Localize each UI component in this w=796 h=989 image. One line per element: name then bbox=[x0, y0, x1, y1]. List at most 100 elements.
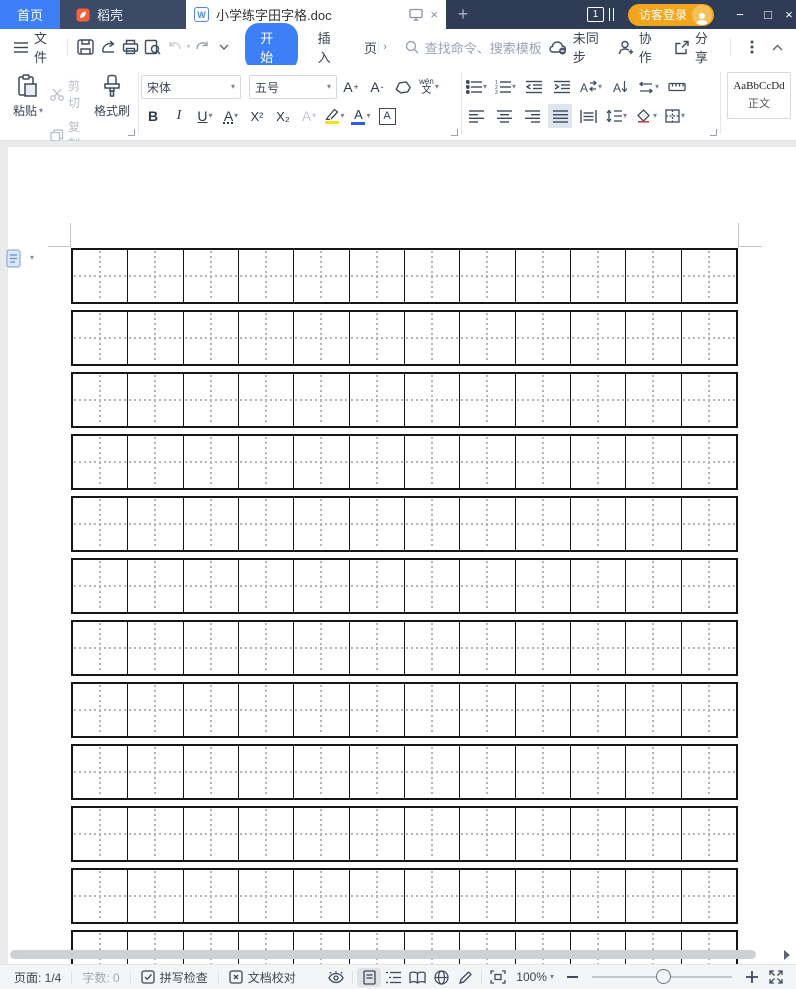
grid-cell[interactable] bbox=[238, 684, 293, 736]
grid-cell[interactable] bbox=[570, 932, 625, 964]
home-tab[interactable]: 首页 bbox=[0, 0, 60, 29]
style-card-body[interactable]: AaBbCcDd 正文 bbox=[727, 72, 791, 119]
zoom-level-button[interactable]: 100% ▾ bbox=[510, 970, 560, 984]
distribute-button[interactable] bbox=[576, 104, 600, 128]
grid-cell[interactable] bbox=[515, 250, 570, 302]
grid-cell[interactable] bbox=[570, 622, 625, 674]
grid-cell[interactable] bbox=[404, 684, 459, 736]
bullet-list-button[interactable]: ▾ bbox=[464, 75, 489, 99]
justify-button[interactable] bbox=[548, 104, 572, 128]
grid-cell[interactable] bbox=[625, 808, 680, 860]
grid-cell[interactable] bbox=[681, 622, 736, 674]
grid-cell[interactable] bbox=[349, 436, 404, 488]
grid-cell[interactable] bbox=[73, 560, 127, 612]
grid-cell[interactable] bbox=[515, 498, 570, 550]
accent-mark-button[interactable]: A▾ bbox=[219, 104, 243, 128]
paragraph-dialog-launcher-icon[interactable] bbox=[710, 129, 717, 136]
paste-button[interactable]: 粘贴▾ bbox=[8, 71, 48, 140]
proofread-button[interactable]: 文档校对 bbox=[223, 969, 302, 986]
grid-cell[interactable] bbox=[127, 746, 182, 798]
grid-cell[interactable] bbox=[349, 374, 404, 426]
align-left-button[interactable] bbox=[464, 104, 488, 128]
grid-cell[interactable] bbox=[183, 622, 238, 674]
underline-button[interactable]: U▾ bbox=[193, 104, 217, 128]
file-menu-button[interactable]: 文件 bbox=[8, 28, 60, 66]
grid-cell[interactable] bbox=[183, 250, 238, 302]
command-search[interactable]: 查找命令、搜索模板 bbox=[405, 38, 542, 57]
monitor-icon[interactable] bbox=[409, 8, 423, 21]
grid-cell[interactable] bbox=[238, 312, 293, 364]
grid-cell[interactable] bbox=[73, 374, 127, 426]
scroll-right-arrow-icon[interactable] bbox=[784, 950, 790, 960]
spell-check-button[interactable]: 拼写检查 bbox=[135, 969, 214, 986]
grid-cell[interactable] bbox=[404, 932, 459, 964]
text-direction-button[interactable]: ▾ bbox=[636, 75, 661, 99]
grid-cell[interactable] bbox=[459, 808, 514, 860]
grid-cell[interactable] bbox=[73, 870, 127, 922]
sync-status-button[interactable]: 未同步 bbox=[542, 28, 607, 66]
grid-cell[interactable] bbox=[238, 498, 293, 550]
grid-cell[interactable] bbox=[183, 932, 238, 964]
zoom-in-button[interactable] bbox=[740, 968, 764, 987]
grid-cell[interactable] bbox=[681, 560, 736, 612]
grid-cell[interactable] bbox=[625, 498, 680, 550]
page-indicator[interactable]: 页面: 1/4 bbox=[8, 969, 67, 986]
grid-cell[interactable] bbox=[681, 374, 736, 426]
grid-cell[interactable] bbox=[625, 374, 680, 426]
print-icon[interactable] bbox=[119, 35, 141, 59]
grid-cell[interactable] bbox=[73, 684, 127, 736]
grid-cell[interactable] bbox=[238, 436, 293, 488]
quickbar-dropdown-icon[interactable] bbox=[213, 35, 235, 59]
grid-cell[interactable] bbox=[681, 312, 736, 364]
ink-mode-button[interactable] bbox=[453, 968, 477, 987]
grid-cell[interactable] bbox=[349, 312, 404, 364]
grid-cell[interactable] bbox=[127, 684, 182, 736]
grid-cell[interactable] bbox=[459, 870, 514, 922]
collapse-ribbon-icon[interactable] bbox=[767, 35, 788, 59]
grid-cell[interactable] bbox=[238, 870, 293, 922]
grid-cell[interactable] bbox=[459, 498, 514, 550]
grid-cell[interactable] bbox=[681, 684, 736, 736]
grid-cell[interactable] bbox=[570, 746, 625, 798]
close-window-button[interactable]: × bbox=[782, 7, 796, 22]
grid-cell[interactable] bbox=[293, 622, 348, 674]
grid-cell[interactable] bbox=[73, 932, 127, 964]
grid-cell[interactable] bbox=[459, 684, 514, 736]
new-tab-button[interactable]: + bbox=[446, 0, 480, 29]
font-size-select[interactable]: 五号 ▾ bbox=[249, 75, 337, 99]
redo-icon[interactable] bbox=[191, 35, 213, 59]
superscript-button[interactable]: X² bbox=[245, 104, 269, 128]
subscript-button[interactable]: X₂ bbox=[271, 104, 295, 128]
grid-cell[interactable] bbox=[183, 684, 238, 736]
grid-cell[interactable] bbox=[349, 808, 404, 860]
grid-cell[interactable] bbox=[349, 622, 404, 674]
format-painter-button[interactable]: 格式刷 bbox=[92, 71, 132, 140]
ribbon-tabs-scroll-right-icon[interactable]: › bbox=[378, 41, 391, 53]
docer-tab[interactable]: 稻壳 bbox=[60, 0, 186, 29]
print-preview-icon[interactable] bbox=[142, 35, 164, 59]
font-dialog-launcher-icon[interactable] bbox=[451, 129, 458, 136]
grid-cell[interactable] bbox=[404, 498, 459, 550]
guest-login-button[interactable]: 访客登录 bbox=[628, 4, 714, 26]
zoom-out-button[interactable] bbox=[560, 968, 584, 987]
minimize-button[interactable]: − bbox=[726, 7, 754, 22]
grid-cell[interactable] bbox=[681, 808, 736, 860]
bold-button[interactable]: B bbox=[141, 104, 165, 128]
grid-cell[interactable] bbox=[127, 250, 182, 302]
grid-cell[interactable] bbox=[515, 684, 570, 736]
grid-cell[interactable] bbox=[625, 436, 680, 488]
grid-cell[interactable] bbox=[127, 312, 182, 364]
grid-cell[interactable] bbox=[515, 808, 570, 860]
grid-cell[interactable] bbox=[73, 312, 127, 364]
grid-cell[interactable] bbox=[404, 808, 459, 860]
grid-cell[interactable] bbox=[459, 250, 514, 302]
tab-ruler-button[interactable] bbox=[665, 75, 689, 99]
line-spacing-button[interactable]: ▾ bbox=[604, 104, 629, 128]
grid-cell[interactable] bbox=[127, 436, 182, 488]
grid-cell[interactable] bbox=[183, 808, 238, 860]
ribbon-tab-insert[interactable]: 插入 bbox=[306, 28, 352, 66]
grid-cell[interactable] bbox=[459, 560, 514, 612]
grid-cell[interactable] bbox=[73, 808, 127, 860]
window-list-button[interactable]: 1 bbox=[587, 0, 614, 29]
grid-cell[interactable] bbox=[293, 870, 348, 922]
